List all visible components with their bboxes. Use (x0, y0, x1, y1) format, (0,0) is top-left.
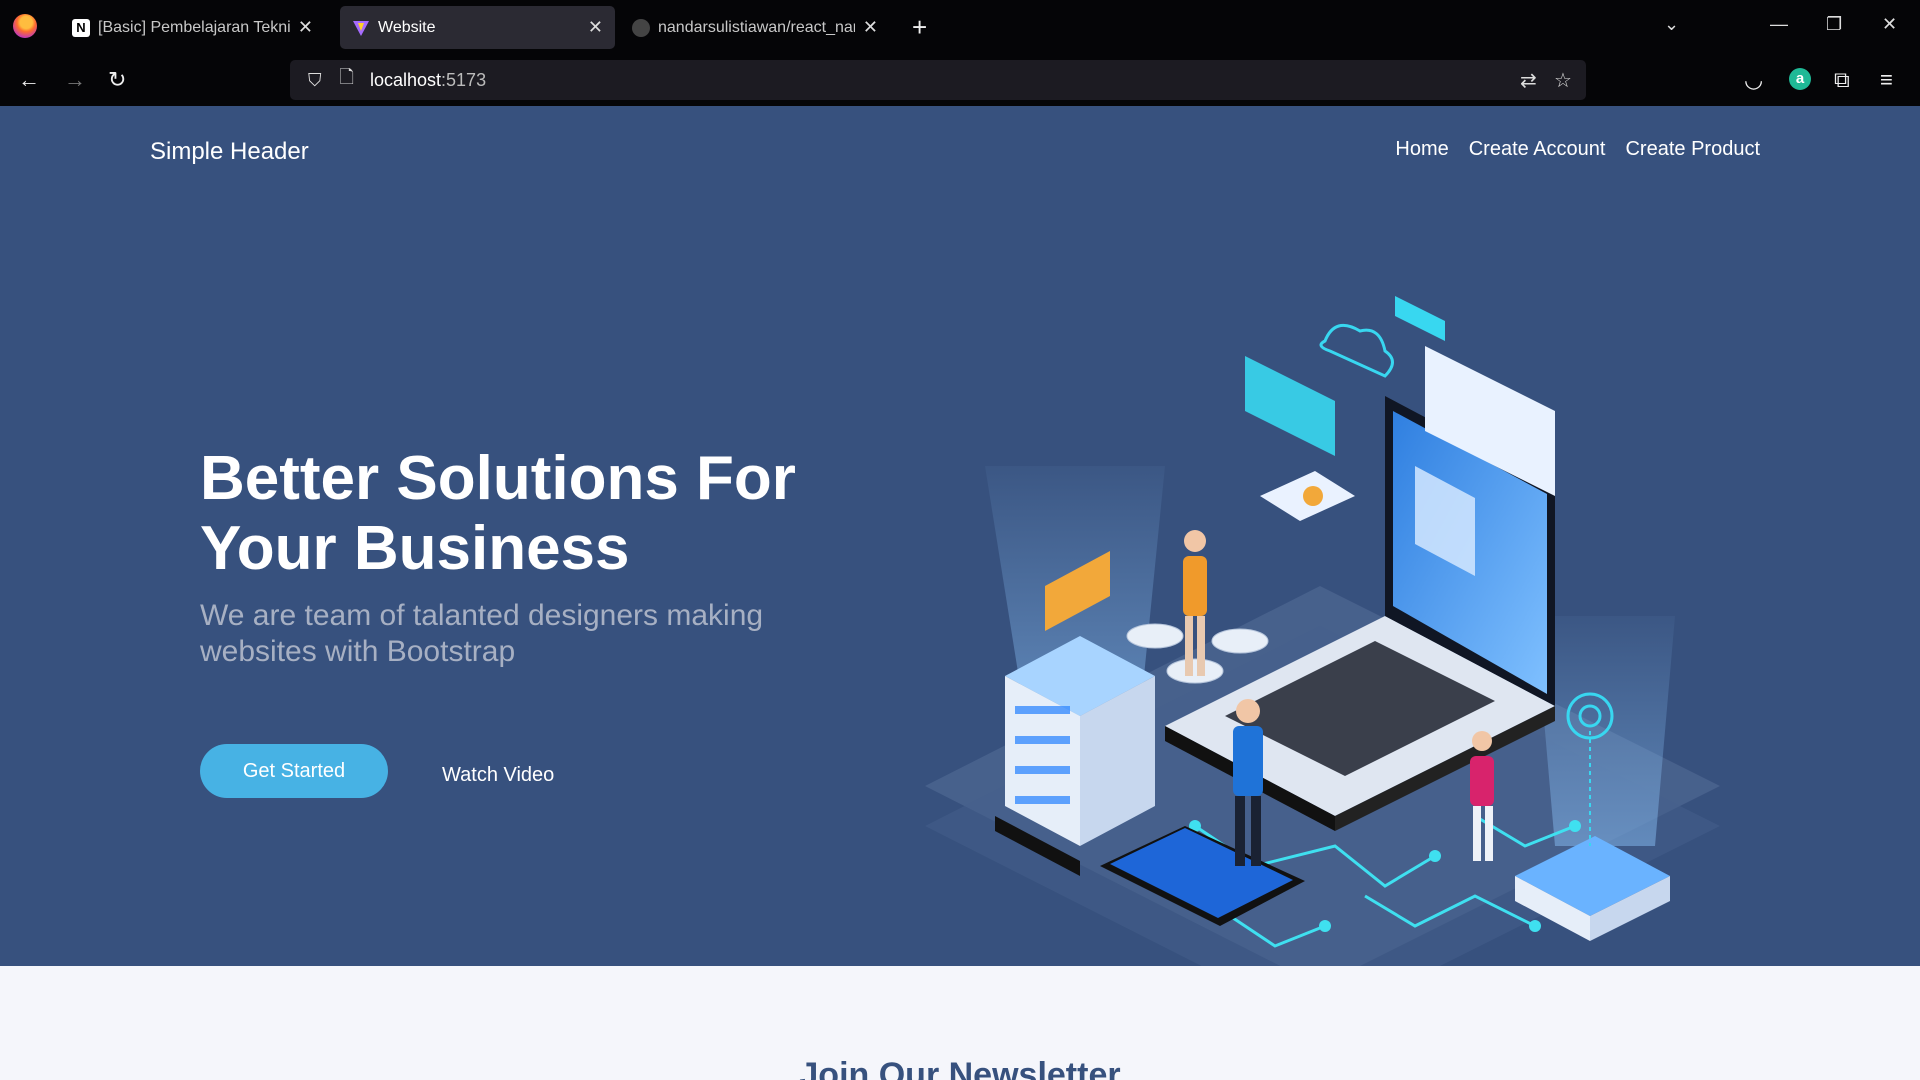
nav-create-account-link[interactable]: Create Account (1469, 138, 1606, 161)
back-button[interactable]: ← (18, 67, 40, 93)
tab-website[interactable]: Website ✕ (340, 6, 615, 49)
bookmark-star-icon[interactable]: ☆ (1554, 68, 1572, 93)
tab-title: Website (378, 18, 436, 36)
menu-icon[interactable]: ≡ (1880, 67, 1893, 93)
reload-button[interactable]: ↻ (108, 67, 126, 93)
minimize-button[interactable]: — (1770, 14, 1788, 35)
close-icon[interactable]: ✕ (298, 17, 313, 38)
shield-icon[interactable]: ⛉ (308, 70, 322, 91)
url-host: localhost (369, 69, 442, 90)
close-icon[interactable]: ✕ (863, 17, 878, 38)
hero-subtitle: We are team of talanted designers making… (200, 599, 764, 668)
github-icon (632, 18, 650, 37)
close-icon[interactable]: ✕ (588, 17, 603, 38)
get-started-button[interactable]: Get Started (200, 744, 388, 798)
translate-icon[interactable]: ⇄ (1520, 68, 1537, 93)
browser-tab-bar: N [Basic] Pembelajaran Teknis Re ✕ Websi… (0, 0, 1920, 54)
close-window-button[interactable]: ✕ (1882, 14, 1897, 35)
restore-button[interactable]: ❐ (1826, 14, 1842, 35)
watch-video-button[interactable]: Watch Video (442, 764, 554, 787)
newsletter-heading: Join Our Newsletter (799, 1056, 1121, 1080)
tab-github[interactable]: nandarsulistiawan/react_nandar ✕ (620, 6, 890, 49)
address-bar[interactable]: ⛉ 🗋 localhost:5173 ⇄ ☆ (290, 60, 1586, 100)
hero-illustration (925, 296, 1720, 966)
vite-icon (352, 19, 370, 37)
main-nav: Home Create Account Create Product (1395, 138, 1760, 161)
tab-title: nandarsulistiawan/react_nandar (658, 18, 855, 36)
web-page: Simple Header Home Create Account Create… (0, 106, 1920, 1080)
tab-notion[interactable]: N [Basic] Pembelajaran Teknis Re ✕ (60, 6, 325, 49)
url-text[interactable]: localhost:5173 (370, 70, 486, 91)
page-icon[interactable]: 🗋 (340, 65, 354, 95)
site-brand[interactable]: Simple Header (150, 138, 309, 166)
nav-home-link[interactable]: Home (1395, 138, 1448, 161)
new-tab-button[interactable]: + (912, 12, 927, 43)
hero-section: Simple Header Home Create Account Create… (0, 106, 1920, 966)
account-avatar[interactable]: a (1789, 68, 1811, 90)
pocket-icon[interactable]: ◡ (1744, 67, 1763, 93)
forward-button[interactable]: → (64, 67, 86, 93)
firefox-icon[interactable] (13, 14, 37, 38)
url-port: :5173 (441, 69, 487, 90)
browser-toolbar: ← → ↻ ⛉ 🗋 localhost:5173 ⇄ ☆ ◡ a ⧉ ≡ (0, 54, 1920, 106)
nav-create-product-link[interactable]: Create Product (1625, 138, 1760, 161)
tab-title: [Basic] Pembelajaran Teknis Re (98, 18, 290, 36)
notion-icon: N (72, 18, 90, 37)
hero-title: Better Solutions For Your Business (200, 444, 796, 583)
extensions-icon[interactable]: ⧉ (1834, 67, 1850, 93)
tab-list-chevron-icon[interactable]: ⌄ (1664, 14, 1679, 35)
